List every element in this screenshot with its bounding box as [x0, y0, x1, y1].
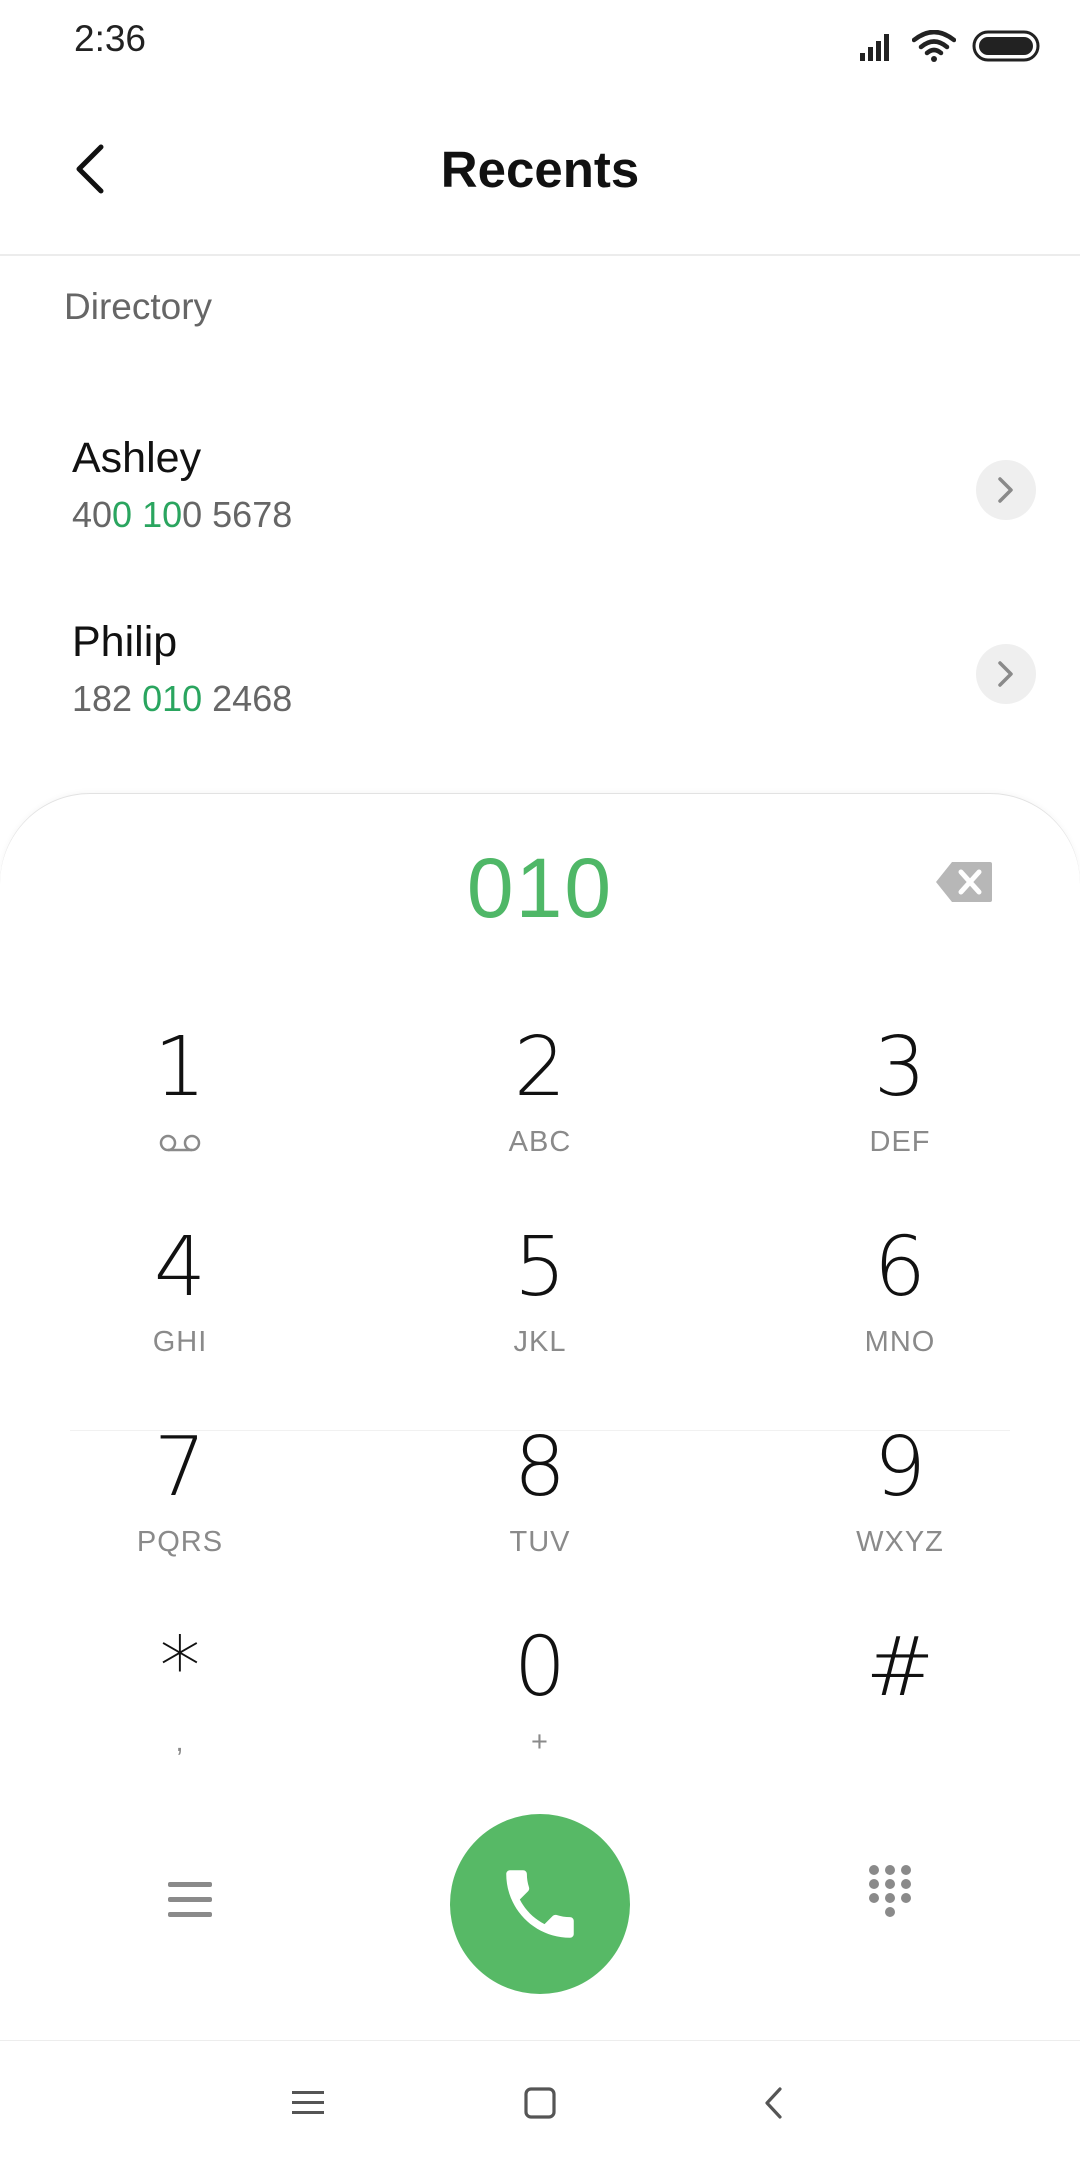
phone-icon [506, 1870, 574, 1938]
recent-apps-button[interactable] [278, 2081, 338, 2125]
header: Recents [0, 84, 1080, 256]
contact-detail-button[interactable] [976, 644, 1036, 704]
number-part: 40 [72, 494, 113, 535]
number-match: 0 10 [112, 494, 183, 535]
key-9[interactable]: 9 WXYZ [720, 1420, 1080, 1610]
backspace-icon [936, 862, 992, 902]
key-letters: , [175, 1726, 185, 1758]
contact-detail-button[interactable] [976, 460, 1036, 520]
key-letters: MNO [864, 1326, 936, 1358]
key-4[interactable]: 4 GHI [0, 1220, 360, 1410]
key-digit: * [159, 1620, 201, 1715]
key-digit: 1 [153, 1020, 207, 1115]
dialpad-toggle-button[interactable] [860, 1862, 920, 1932]
key-letters: TUV [509, 1526, 571, 1558]
key-letters: ABC [508, 1126, 572, 1158]
dialpad-icon [869, 1865, 911, 1917]
key-digit: 5 [513, 1220, 567, 1315]
contact-number: 182 010 2468 [72, 678, 292, 720]
key-5[interactable]: 5 JKL [360, 1220, 720, 1410]
key-digit: 0 [513, 1620, 567, 1715]
action-row [0, 1804, 1080, 1994]
contact-row-philip[interactable]: Philip 182 010 2468 [0, 618, 1080, 768]
wifi-icon [912, 30, 956, 62]
key-digit: 4 [153, 1220, 207, 1315]
key-letters: WXYZ [856, 1526, 944, 1558]
status-bar: 2:36 [0, 0, 1080, 84]
call-button[interactable] [450, 1814, 630, 1994]
key-letters: + [531, 1726, 549, 1758]
status-icons [860, 26, 1040, 66]
signal-icon [860, 34, 889, 61]
contact-name: Ashley [72, 434, 202, 482]
status-time: 2:36 [74, 18, 147, 59]
key-digit: 6 [873, 1220, 927, 1315]
key-3[interactable]: 3 DEF [720, 1020, 1080, 1210]
menu-button[interactable] [160, 1870, 220, 1930]
home-button[interactable] [510, 2081, 570, 2125]
key-digit: 7 [153, 1420, 207, 1515]
key-digit: # [865, 1620, 935, 1715]
key-digit: 8 [513, 1420, 567, 1515]
dial-panel: 010 1 2 ABC 3 DEF 4 GHI 5 JKL 6 MNO 7 PQ… [0, 794, 1080, 2040]
back-nav-button[interactable] [745, 2081, 805, 2125]
number-match: 010 [142, 678, 203, 719]
key-letters: PQRS [136, 1526, 224, 1558]
number-part: 182 [72, 678, 143, 719]
number-part: 0 5678 [182, 494, 293, 535]
directory-label: Directory [64, 286, 213, 327]
contact-row-ashley[interactable]: Ashley 400 100 5678 [0, 434, 1080, 584]
contact-name: Philip [72, 618, 178, 666]
key-letters: JKL [513, 1326, 567, 1358]
key-star[interactable]: * , [0, 1620, 360, 1810]
key-hash[interactable]: # [720, 1620, 1080, 1810]
menu-icon [292, 2091, 324, 2114]
number-part: 2468 [202, 678, 293, 719]
key-digit: 3 [873, 1020, 927, 1115]
backspace-button[interactable] [934, 860, 994, 904]
contact-number: 400 100 5678 [72, 494, 292, 536]
chevron-right-icon [998, 661, 1013, 687]
page-title: Recents [440, 141, 640, 198]
battery-icon [972, 30, 1040, 62]
key-8[interactable]: 8 TUV [360, 1420, 720, 1610]
system-nav-bar [0, 2040, 1080, 2161]
key-0[interactable]: 0 + [360, 1620, 720, 1810]
key-digit: 9 [873, 1420, 927, 1515]
key-letters: DEF [869, 1126, 931, 1158]
chevron-right-icon [998, 477, 1013, 503]
menu-icon [168, 1882, 212, 1917]
key-digit: 2 [513, 1020, 567, 1115]
key-2[interactable]: 2 ABC [360, 1020, 720, 1210]
dialed-number: 010 [466, 841, 614, 935]
key-7[interactable]: 7 PQRS [0, 1420, 360, 1610]
key-letters: GHI [152, 1326, 208, 1358]
key-1[interactable]: 1 [0, 1020, 360, 1210]
square-icon [524, 2087, 556, 2119]
key-6[interactable]: 6 MNO [720, 1220, 1080, 1410]
voicemail-icon [0, 1126, 360, 1162]
chevron-left-icon [765, 2087, 782, 2119]
